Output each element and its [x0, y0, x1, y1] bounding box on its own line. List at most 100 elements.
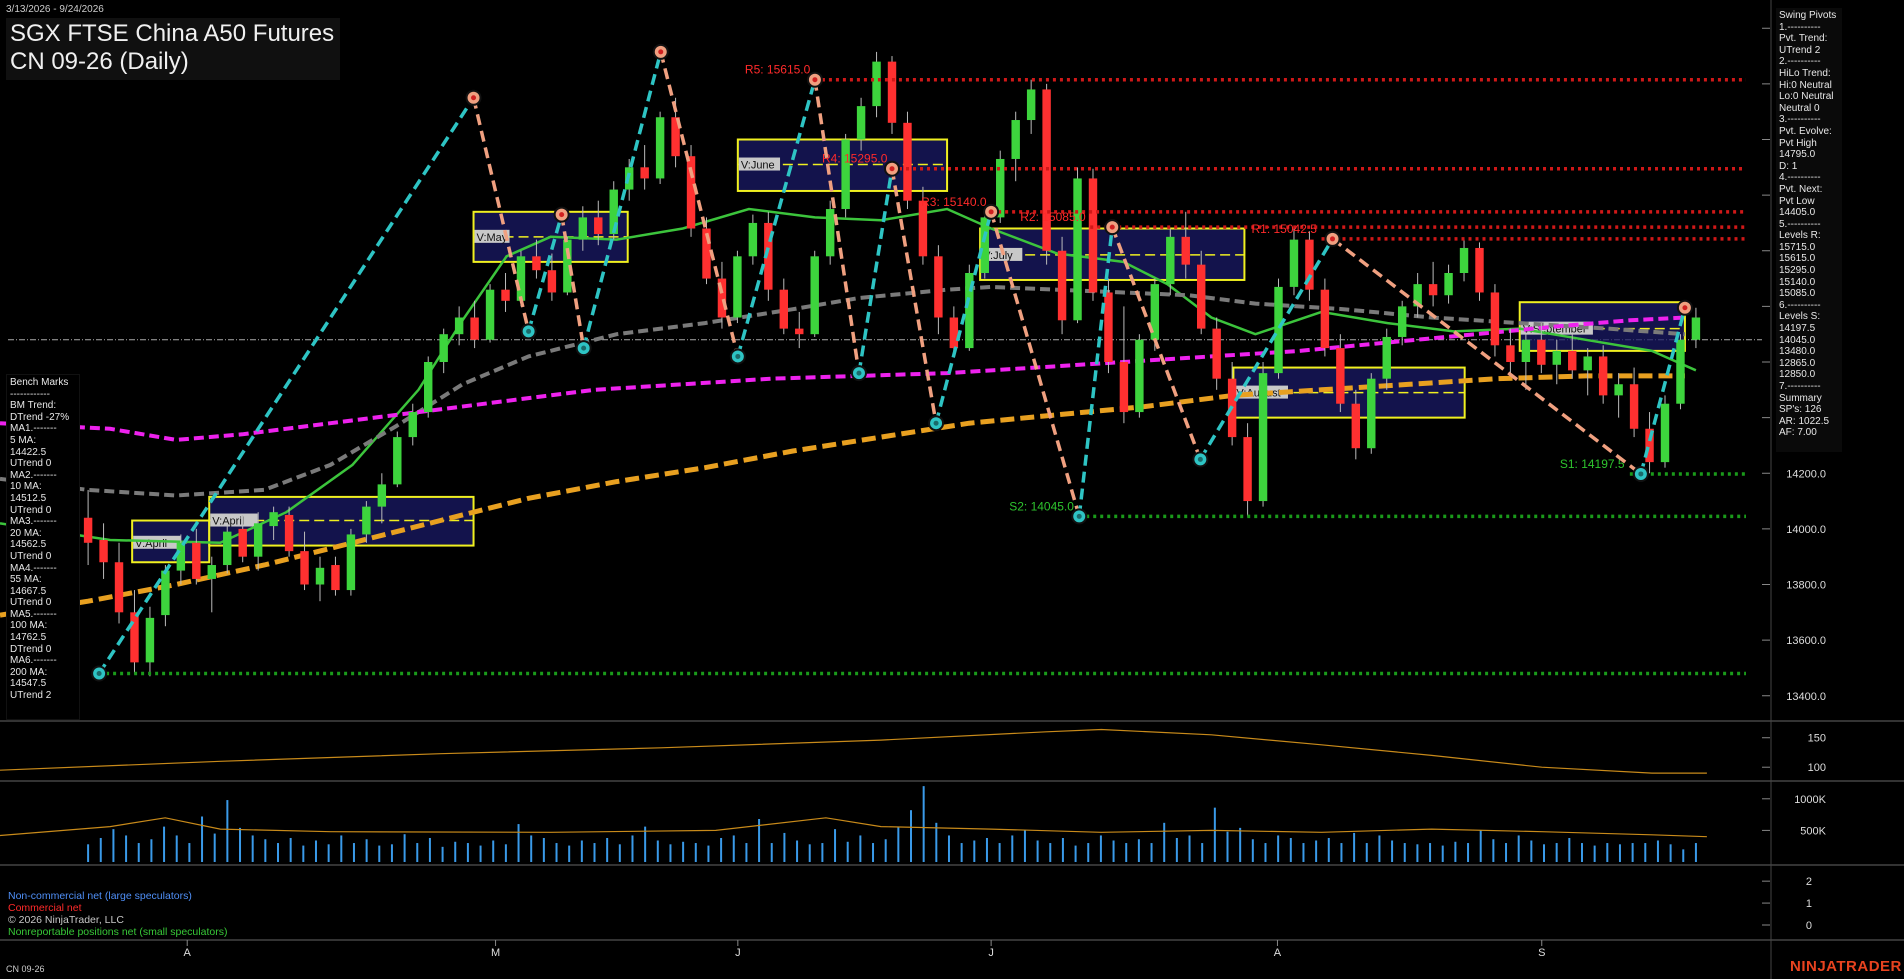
- swing-point-dot: [988, 209, 994, 215]
- benchmark-line: 14667.5: [10, 585, 47, 597]
- candle-body: [1475, 247, 1484, 293]
- swing-pivot-line: 15715.0: [1779, 241, 1816, 253]
- candle-body: [377, 484, 387, 507]
- candle-body: [1320, 289, 1330, 349]
- y-tick-label: 13600.0: [1786, 635, 1826, 647]
- candle-body: [253, 523, 263, 557]
- swing-pivot-line: Levels S:: [1779, 311, 1821, 323]
- candle-body: [1521, 339, 1531, 362]
- copyright-text: © 2026 NinjaTrader, LLC: [8, 914, 124, 926]
- candle-body: [207, 565, 216, 579]
- vpa-box-label: V:April: [212, 516, 244, 528]
- benchmark-line: 200 MA:: [10, 666, 48, 678]
- swing-point-dot: [812, 77, 818, 83]
- swing-pivot-line: Pvt High: [1779, 137, 1817, 149]
- swing-pivot-line: 14045.0: [1779, 334, 1816, 346]
- candle-body: [238, 528, 247, 557]
- benchmark-line: UTrend 2: [10, 690, 52, 702]
- benchmark-line: MA6.-------: [10, 655, 57, 667]
- candle-body: [516, 256, 526, 301]
- swing-line: [97, 96, 476, 675]
- x-month-label: J: [988, 947, 994, 959]
- swing-pivot-line: AR: 1022.5: [1779, 415, 1830, 427]
- candle-body: [1490, 292, 1500, 346]
- benchmark-line: DTrend 0: [10, 643, 52, 655]
- candle-body: [918, 200, 928, 257]
- swing-line: [581, 51, 663, 349]
- candle-body: [83, 517, 93, 543]
- y-tick-label: 13400.0: [1786, 691, 1826, 703]
- candle-body: [1196, 264, 1206, 329]
- swing-pivots-panel: Swing Pivots 1.---------- Pvt. Trend: UTren…: [1776, 8, 1842, 452]
- candle-body: [331, 565, 340, 591]
- candle-body: [1336, 348, 1345, 404]
- benchmark-line: 5 MA:: [10, 434, 37, 446]
- vpa-box-label: V:May: [477, 232, 508, 244]
- volume-average-line: [0, 817, 1707, 838]
- candle-body: [841, 139, 850, 210]
- swing-pivot-line: 15615.0: [1779, 253, 1816, 265]
- benchmark-line: MA4.-------: [10, 562, 57, 574]
- cot-tick-label: 0: [1806, 920, 1812, 932]
- benchmark-line: 100 MA:: [10, 620, 48, 632]
- swing-pivot-line: 3.----------: [1779, 114, 1821, 126]
- swing-pivot-line: 4.----------: [1779, 172, 1821, 184]
- x-month-label: J: [735, 947, 741, 959]
- footer-symbol: CN 09-26: [6, 964, 45, 974]
- candle-body: [130, 612, 139, 663]
- swing-pivot-line: 7.----------: [1779, 381, 1821, 392]
- benchmark-line: MA3.-------: [10, 516, 57, 528]
- swing-point-dot: [559, 212, 565, 218]
- candle-body: [1676, 339, 1685, 404]
- candle-body: [795, 328, 804, 335]
- candle-body: [1274, 286, 1283, 374]
- candle-body: [1258, 373, 1268, 502]
- y-tick-label: 14200.0: [1786, 468, 1826, 480]
- x-month-label: A: [184, 947, 192, 959]
- chart-title: SGX FTSE China A50 Futures: [10, 20, 335, 47]
- candle-body: [408, 412, 417, 438]
- swing-pivot-line: HiLo Trend:: [1779, 67, 1831, 79]
- benchmark-line: 10 MA:: [10, 481, 42, 493]
- swing-point-dot: [1109, 224, 1115, 230]
- swing-pivot-line: 5.----------: [1779, 218, 1821, 230]
- swing-pivot-line: 15140.0: [1779, 276, 1816, 288]
- swing-line: [1331, 237, 1642, 476]
- swing-point-dot: [581, 345, 587, 351]
- candle-body: [856, 106, 866, 140]
- cot-legend-nonreportable: Nonreportable positions net (small specu…: [8, 926, 228, 938]
- candle-body: [362, 506, 371, 535]
- candle-body: [1583, 356, 1592, 371]
- candle-body: [1568, 350, 1577, 371]
- osc-tick-label: 100: [1808, 762, 1826, 774]
- swing-point-dot: [1682, 305, 1688, 311]
- swing-pivot-line: 6.----------: [1779, 299, 1821, 311]
- candle-body: [1660, 403, 1670, 463]
- level-label: S1: 14197.5: [1560, 457, 1625, 471]
- benchmark-line: MA5.-------: [10, 608, 57, 620]
- candle-body: [655, 117, 665, 179]
- swing-pivot-line: 13480.0: [1779, 346, 1816, 358]
- candle-body: [547, 270, 557, 293]
- candle-body: [1119, 362, 1129, 413]
- chart-canvas[interactable]: V:AprilV:AprilV:MayV:JuneV:JulyV:AugustV…: [0, 0, 1904, 979]
- swing-point-dot: [735, 353, 741, 359]
- level-label: R3: 15140.0: [921, 195, 987, 209]
- benchmark-line: 20 MA:: [10, 527, 42, 539]
- swing-point-dot: [1197, 456, 1203, 462]
- candle-body: [1212, 328, 1221, 379]
- swing-point-dot: [889, 166, 895, 172]
- candle-body: [934, 256, 943, 318]
- swing-pivot-line: AF: 7.00: [1779, 427, 1817, 439]
- candle-body: [949, 317, 959, 349]
- candle-body: [640, 167, 649, 179]
- level-label: S2: 14045.0: [1009, 499, 1074, 513]
- benchmark-line: Bench Marks: [10, 377, 69, 388]
- cot-legend-commercial: Commercial net: [8, 902, 82, 914]
- candle-body: [779, 289, 789, 329]
- y-tick-label: 14000.0: [1786, 524, 1826, 536]
- chart-subtitle: CN 09-26 (Daily): [10, 48, 189, 75]
- candle-body: [872, 61, 881, 107]
- swing-pivot-line: Swing Pivots: [1779, 10, 1837, 21]
- benchmark-line: 14512.5: [10, 492, 47, 504]
